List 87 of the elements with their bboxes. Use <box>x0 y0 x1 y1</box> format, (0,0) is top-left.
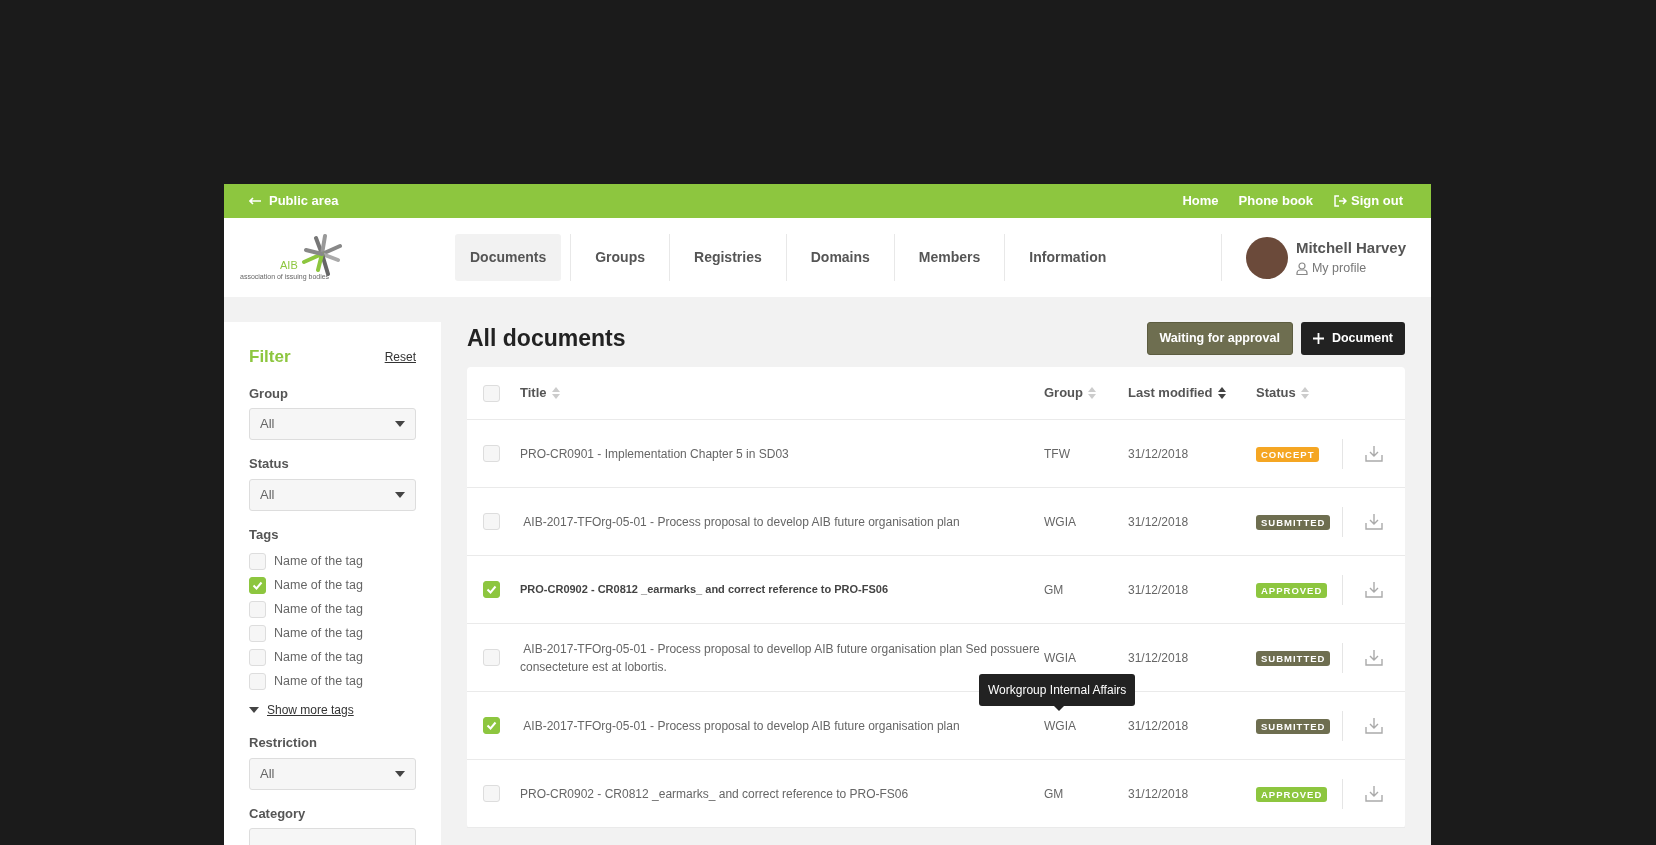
download-icon[interactable] <box>1365 649 1383 666</box>
checkbox[interactable] <box>249 552 266 570</box>
date: 31/12/2018 <box>1128 786 1189 801</box>
sign-out-icon <box>1333 195 1347 207</box>
user-name: Mitchell Harvey <box>1295 237 1406 258</box>
download-icon[interactable] <box>1365 785 1383 802</box>
nav-tab[interactable]: Domains <box>795 234 885 281</box>
status-label: CONCEPT <box>1256 446 1320 462</box>
show-more-tags-link[interactable]: Show more tags <box>267 701 354 719</box>
tag-label[interactable]: Name of the tag <box>274 551 363 571</box>
tag-label[interactable]: Name of the tag <box>274 575 363 595</box>
status-label: APPROVED <box>1256 582 1328 598</box>
nav-tab[interactable]: Groups <box>580 234 660 281</box>
status-label: SUBMITTED <box>1256 650 1331 666</box>
waiting-for-approval-button[interactable]: Waiting for approval <box>1146 322 1293 355</box>
tooltip: Workgroup Internal Affairs <box>979 673 1136 706</box>
plus-icon <box>1312 333 1324 344</box>
checkbox[interactable] <box>483 717 500 734</box>
tag-label[interactable]: Name of the tag <box>274 623 363 643</box>
nav-tab[interactable]: Members <box>903 234 996 281</box>
status-label: APPROVED <box>1256 786 1328 802</box>
checkbox[interactable] <box>249 648 266 666</box>
document-title[interactable]: PRO-CR0902 - CR0812 _earmarks_ and correct reference to PRO-FS06 <box>520 581 1044 598</box>
user-icon <box>1295 262 1308 276</box>
filter-title: Filter <box>249 346 291 368</box>
group-name: WGIA <box>1044 650 1076 665</box>
select-field[interactable]: All <box>249 757 416 790</box>
checkbox[interactable] <box>483 649 500 666</box>
page-title: All documents <box>467 324 626 353</box>
checkbox[interactable] <box>483 445 500 462</box>
filter-label: Category <box>249 804 307 823</box>
sort-icon[interactable] <box>1217 387 1226 399</box>
checkbox[interactable] <box>483 581 500 598</box>
checkbox[interactable] <box>249 672 266 690</box>
group-name: TFW <box>1044 446 1070 461</box>
group-name: WGIA <box>1044 718 1076 733</box>
nav-tab[interactable]: Information <box>1014 234 1122 281</box>
date: 31/12/2018 <box>1128 650 1189 665</box>
filter-label: Status <box>249 455 290 473</box>
select-field[interactable]: All <box>249 478 416 511</box>
caret-icon <box>395 421 405 427</box>
group-name: WGIA <box>1044 514 1076 529</box>
group-name: GM <box>1044 786 1064 801</box>
group-name: GM <box>1044 582 1064 597</box>
document-title[interactable]: PRO-CR0901 - Implementation Chapter 5 in SD03 <box>520 444 1044 463</box>
my-profile-link[interactable]: My profile <box>1295 259 1406 279</box>
document-title[interactable]: AIB-2017-TFOrg-05-01 - Process proposal to devellop AIB future organisation plan Sed possuere consecteture est at lobortis. <box>520 639 1044 676</box>
column-header[interactable]: Last modified <box>1128 383 1213 403</box>
status-label: SUBMITTED <box>1256 514 1331 530</box>
nav-tab[interactable]: Registries <box>679 234 777 281</box>
download-icon[interactable] <box>1365 445 1383 462</box>
reset-link[interactable]: Reset <box>384 347 416 366</box>
date: 31/12/2018 <box>1128 446 1189 461</box>
checkbox[interactable] <box>483 513 500 530</box>
date: 31/12/2018 <box>1128 718 1189 733</box>
filter-label: Restriction <box>249 734 318 752</box>
column-header[interactable]: Title <box>520 383 547 403</box>
tag-label[interactable]: Name of the tag <box>274 647 363 667</box>
date: 31/12/2018 <box>1128 514 1189 529</box>
tag-label[interactable]: Name of the tag <box>274 671 363 691</box>
logo-text: AIB <box>280 257 298 273</box>
download-icon[interactable] <box>1365 717 1383 734</box>
download-icon[interactable] <box>1365 581 1383 598</box>
column-header[interactable]: Group <box>1044 383 1083 403</box>
caret-icon <box>395 770 405 777</box>
add-document-button[interactable]: Document <box>1300 322 1405 355</box>
tag-label[interactable]: Name of the tag <box>274 599 363 619</box>
checkbox[interactable] <box>483 785 500 802</box>
filter-label: Group <box>249 384 289 403</box>
caret-icon <box>395 491 405 498</box>
avatar <box>1245 236 1288 279</box>
arrow-left-icon <box>249 197 261 205</box>
download-icon[interactable] <box>1365 513 1383 530</box>
checkbox[interactable] <box>483 384 500 402</box>
document-title[interactable]: PRO-CR0902 - CR0812 _earmarks_ and correct reference to PRO-FS06 <box>520 784 1044 803</box>
tags-label: Tags <box>249 525 280 544</box>
checkbox[interactable] <box>249 624 266 642</box>
checkbox[interactable] <box>249 576 266 594</box>
nav-tab[interactable]: Documents <box>455 234 562 281</box>
document-title[interactable]: AIB-2017-TFOrg-05-01 - Process proposal to develop AIB future organisation plan <box>520 512 1044 531</box>
checkbox[interactable] <box>249 600 266 618</box>
caret-icon <box>249 707 259 713</box>
select-field[interactable]: All <box>249 408 416 440</box>
column-header[interactable]: Status <box>1256 383 1296 403</box>
document-title[interactable]: AIB-2017-TFOrg-05-01 - Process proposal to develop AIB future organisation plan <box>520 716 1044 735</box>
status-label: SUBMITTED <box>1256 718 1331 734</box>
date: 31/12/2018 <box>1128 582 1189 597</box>
